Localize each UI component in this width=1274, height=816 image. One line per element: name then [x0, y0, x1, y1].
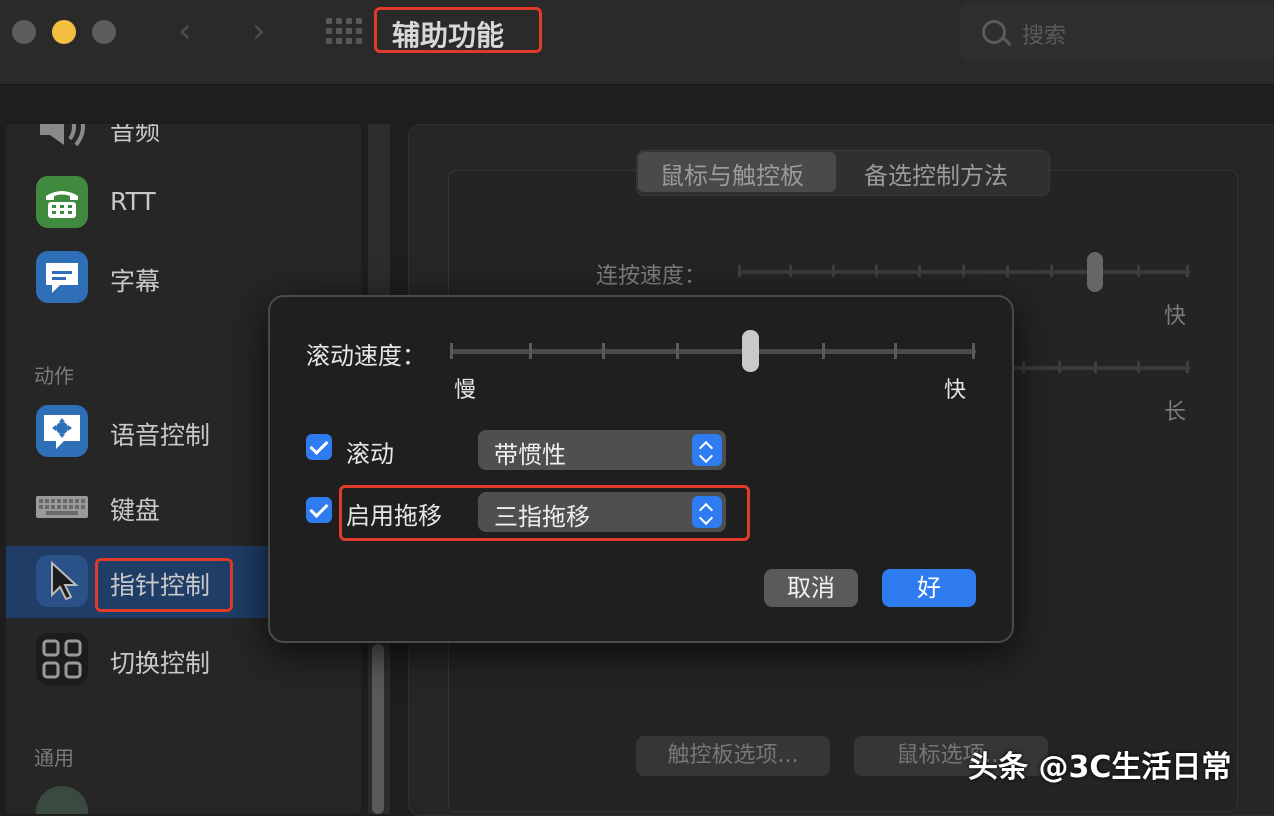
- long-label: 长: [1164, 400, 1187, 425]
- search-field[interactable]: [960, 4, 1274, 60]
- scroll-mode-select[interactable]: 带惯性: [478, 430, 726, 470]
- slider-tick: [789, 265, 792, 277]
- voice-control-icon: [36, 405, 88, 457]
- slider-tick: [738, 265, 741, 277]
- slider-tick: [450, 343, 453, 359]
- slider-tick: [1006, 265, 1009, 277]
- title-bar: ‹ › 辅助功能 搜索: [0, 0, 1274, 85]
- slider-tick: [676, 343, 679, 359]
- sidebar-item-label: 字幕: [110, 267, 161, 296]
- watermark: 头条 @3C生活日常: [968, 750, 1232, 785]
- slider-tick: [962, 265, 965, 277]
- tab-alternate-control[interactable]: 备选控制方法: [864, 156, 1008, 191]
- search-icon: [982, 20, 1006, 44]
- slider-tick: [1022, 361, 1025, 373]
- keyboard-icon: [36, 480, 88, 532]
- slider-tick: [1058, 361, 1061, 373]
- pointer-icon: [36, 555, 88, 607]
- slider-tick: [1050, 265, 1053, 277]
- search-placeholder: 搜索: [1022, 24, 1067, 49]
- scroll-speed-thumb[interactable]: [741, 330, 759, 372]
- slider-tick: [875, 265, 878, 277]
- slider-tick: [1137, 265, 1140, 277]
- scroll-mode-value: 带惯性: [494, 441, 566, 469]
- slider-tick: [832, 265, 835, 277]
- double-click-speed-thumb[interactable]: [1087, 252, 1103, 292]
- slider-tick: [918, 265, 921, 277]
- sidebar-item-audio[interactable]: 音频: [6, 124, 361, 164]
- slider-tick: [602, 343, 605, 359]
- slider-tick: [529, 343, 532, 359]
- trackpad-options-button[interactable]: 触控板选项...: [636, 736, 830, 776]
- sidebar-item-pointer-control[interactable]: 指针控制: [6, 546, 268, 618]
- slider-tick: [822, 343, 825, 359]
- section-header-general: 通用: [34, 746, 74, 770]
- slider-tick: [1186, 265, 1189, 277]
- sidebar-item-label: RTT: [110, 187, 156, 216]
- slider-tick: [894, 343, 897, 359]
- sidebar-item-label: 键盘: [110, 496, 161, 525]
- double-click-speed-label: 连按速度：: [596, 264, 707, 289]
- telephone-icon: [36, 176, 88, 228]
- double-click-fast-label: 快: [1164, 304, 1187, 329]
- slider-tick: [1186, 361, 1189, 373]
- scroll-speed-label: 滚动速度：: [306, 342, 426, 370]
- slider-tick: [1137, 361, 1140, 373]
- close-window-button[interactable]: [12, 20, 36, 44]
- ok-button[interactable]: 好: [882, 569, 976, 607]
- sidebar-item-label: 语音控制: [110, 421, 211, 450]
- zoom-window-button[interactable]: [92, 20, 116, 44]
- window-title: 辅助功能: [392, 19, 505, 52]
- enable-drag-checkbox[interactable]: [306, 497, 332, 523]
- speaker-icon: [36, 124, 88, 153]
- tab-mouse-trackpad-label: 鼠标与触控板: [660, 162, 804, 190]
- cancel-button[interactable]: 取消: [764, 569, 858, 607]
- minimize-window-button[interactable]: [52, 20, 76, 44]
- slider-tick: [1094, 361, 1097, 373]
- pointer-control-highlight-box: [95, 558, 233, 612]
- sidebar-item-label: 音频: [110, 124, 161, 146]
- fast-label: 快: [944, 378, 967, 403]
- slider-tick: [972, 343, 975, 359]
- sidebar-item-rtt[interactable]: RTT: [6, 167, 361, 239]
- scroll-checkbox-label: 滚动: [346, 440, 394, 468]
- sidebar-item-label: 切换控制: [110, 649, 211, 678]
- slow-label: 慢: [454, 378, 477, 403]
- show-all-grid-icon[interactable]: [326, 18, 362, 46]
- drag-option-highlight-box: [339, 485, 750, 541]
- section-header-actions: 动作: [34, 364, 74, 388]
- partial-sidebar-icon: [36, 786, 88, 814]
- back-arrow-icon[interactable]: ‹: [178, 14, 192, 48]
- sidebar-scrollbar-thumb[interactable]: [372, 644, 384, 814]
- select-stepper-icon: [692, 434, 722, 466]
- captions-icon: [36, 251, 88, 303]
- switch-control-icon: [36, 633, 88, 685]
- scroll-checkbox[interactable]: [306, 434, 332, 460]
- forward-arrow-icon[interactable]: ›: [252, 14, 266, 48]
